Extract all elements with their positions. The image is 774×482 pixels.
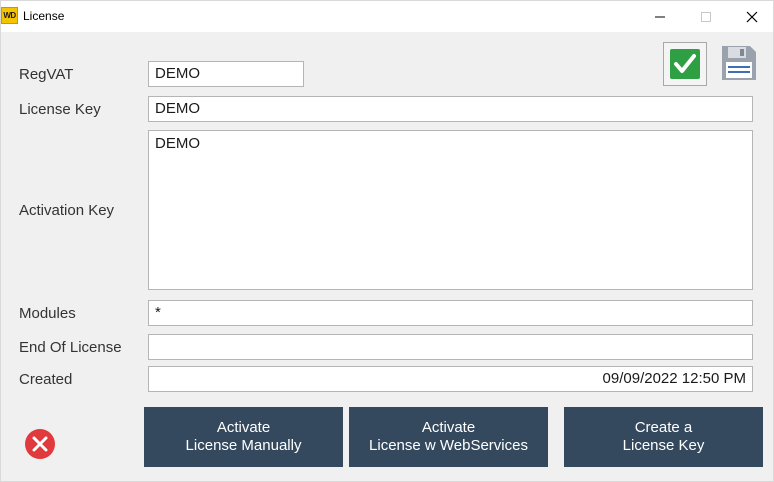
activation-key-textarea[interactable]: DEMO — [148, 130, 753, 290]
close-icon — [746, 11, 758, 22]
license-window: WD License RegVAT License Key Activation… — [0, 0, 774, 482]
red-x-circle-icon — [25, 429, 55, 459]
window-title: License — [23, 9, 65, 23]
maximize-icon — [701, 11, 711, 22]
modules-input[interactable]: * — [148, 300, 753, 326]
activate-webservices-line2: License w WebServices — [369, 437, 528, 454]
end-of-license-input[interactable] — [148, 334, 753, 360]
create-key-line1: Create a — [634, 419, 693, 436]
save-button[interactable] — [717, 41, 761, 85]
regvat-input[interactable]: DEMO — [148, 61, 304, 87]
created-input[interactable]: 09/09/2022 12:50 PM — [148, 366, 753, 392]
title-bar: WD License — [1, 1, 773, 32]
green-checkmark-icon — [670, 49, 700, 79]
license-key-label: License Key — [19, 101, 101, 118]
activate-license-webservices-button[interactable]: Activate License w WebServices — [349, 407, 548, 467]
floppy-disk-icon — [722, 46, 756, 80]
activate-manually-line2: License Manually — [185, 437, 302, 454]
create-license-key-button[interactable]: Create a License Key — [564, 407, 763, 467]
close-button[interactable] — [729, 1, 774, 32]
modules-label: Modules — [19, 305, 76, 322]
activate-webservices-line1: Activate — [421, 419, 476, 436]
confirm-button[interactable] — [663, 42, 707, 86]
minimize-icon — [655, 16, 665, 17]
regvat-label: RegVAT — [19, 66, 74, 83]
created-label: Created — [19, 371, 73, 388]
end-of-license-label: End Of License — [19, 339, 122, 356]
app-logo-icon: WD — [1, 7, 18, 24]
minimize-button[interactable] — [637, 1, 683, 32]
license-key-input[interactable]: DEMO — [148, 96, 753, 122]
activation-key-label: Activation Key — [19, 202, 115, 219]
create-key-line2: License Key — [622, 437, 705, 454]
cancel-button[interactable] — [24, 428, 56, 460]
activate-license-manually-button[interactable]: Activate License Manually — [144, 407, 343, 467]
activate-manually-line1: Activate — [216, 419, 271, 436]
maximize-button[interactable] — [683, 1, 729, 32]
